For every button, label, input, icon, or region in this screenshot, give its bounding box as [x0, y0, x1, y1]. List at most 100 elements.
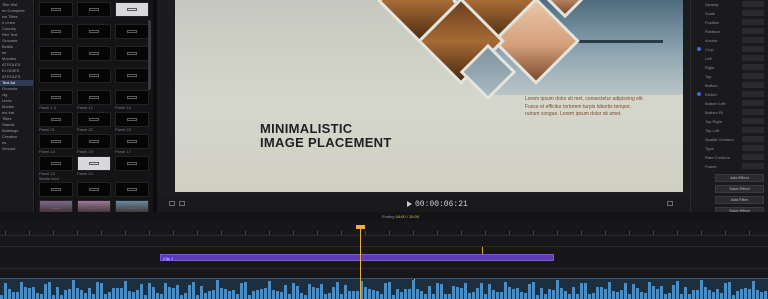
template-thumbnail[interactable]: [115, 90, 149, 105]
template-thumbnail[interactable]: [77, 90, 111, 105]
ruler-tick: [533, 231, 534, 235]
template-thumbnail[interactable]: [39, 24, 73, 39]
inspector-row[interactable]: Right: [691, 63, 768, 72]
inspector-value-field[interactable]: [742, 100, 764, 106]
template-thumbnail[interactable]: [115, 112, 149, 127]
template-thumbnail[interactable]: [39, 46, 73, 61]
inspector-row[interactable]: Opacity: [691, 0, 768, 9]
inspector-value-field[interactable]: [742, 127, 764, 133]
inspector-value-field[interactable]: [742, 73, 764, 79]
inspector-row[interactable]: Rotation: [691, 27, 768, 36]
timeline-ruler[interactable]: [0, 226, 768, 236]
inspector-value-field[interactable]: [742, 163, 764, 169]
inspector-row[interactable]: Crop: [691, 45, 768, 54]
inspector-row[interactable]: Top Right: [691, 117, 768, 126]
audio-waveform-bar: [676, 281, 679, 299]
template-thumbnail[interactable]: [115, 2, 149, 17]
template-thumbnail[interactable]: [115, 46, 149, 61]
template-thumbnail[interactable]: [115, 134, 149, 149]
inspector-button[interactable]: Add Filter: [715, 196, 764, 204]
template-thumbnail[interactable]: [115, 156, 149, 171]
ruler-tick: [461, 231, 462, 235]
inspector-value-field[interactable]: [742, 91, 764, 97]
audio-waveform-bar: [224, 289, 227, 299]
inspector-row[interactable]: Left: [691, 54, 768, 63]
play-icon[interactable]: [407, 201, 412, 207]
template-thumbnail[interactable]: [115, 182, 149, 197]
inspector-row[interactable]: Frame: [691, 162, 768, 171]
inspector-button[interactable]: Add Effect: [715, 174, 764, 182]
inspector-row[interactable]: Scale: [691, 9, 768, 18]
inspector-row[interactable]: Distort: [691, 90, 768, 99]
template-thumbnail[interactable]: [77, 68, 111, 83]
inspector-value-field[interactable]: [742, 136, 764, 142]
template-thumbnail[interactable]: [77, 46, 111, 61]
body-text: Lorem ipsum dolor sit met, consectetur a…: [525, 96, 644, 117]
template-thumbnail[interactable]: [77, 24, 111, 39]
enable-toggle-icon[interactable]: [697, 47, 701, 51]
inspector-row[interactable]: Spatial Conform: [691, 135, 768, 144]
template-thumbnail[interactable]: [39, 134, 73, 149]
template-thumbnail[interactable]: [115, 24, 149, 39]
inspector-row[interactable]: Bottom: [691, 81, 768, 90]
crop-icon[interactable]: [179, 201, 185, 206]
template-thumbnail[interactable]: [39, 182, 73, 197]
template-thumbnail[interactable]: [115, 68, 149, 83]
audio-waveform-bar: [356, 291, 359, 299]
inspector-value-field[interactable]: [742, 82, 764, 88]
inspector-value-field[interactable]: [742, 64, 764, 70]
ruler-tick: [197, 231, 198, 235]
view-options-icon[interactable]: [169, 201, 175, 206]
viewer-canvas[interactable]: MINIMALISTIC IMAGE PLACEMENT Lorem ipsum…: [175, 0, 683, 192]
audio-waveform-bar: [152, 287, 155, 299]
template-thumbnail[interactable]: [39, 90, 73, 105]
inspector-row[interactable]: Bottom Left: [691, 99, 768, 108]
template-thumbnail[interactable]: [77, 156, 111, 171]
inspector-row[interactable]: Position: [691, 18, 768, 27]
audio-track[interactable]: [0, 278, 768, 299]
inspector-row[interactable]: Top: [691, 72, 768, 81]
template-thumbnail[interactable]: [39, 112, 73, 127]
audio-waveform-bar: [60, 295, 63, 299]
inspector-row[interactable]: Bottom Rt: [691, 108, 768, 117]
template-thumbnail[interactable]: [39, 156, 73, 171]
template-thumbnail[interactable]: [77, 134, 111, 149]
browser-scrollbar[interactable]: [148, 20, 151, 90]
inspector-value-field[interactable]: [742, 118, 764, 124]
template-thumbnail[interactable]: [39, 2, 73, 17]
sidebar-item[interactable]: Ground: [0, 146, 33, 152]
audio-waveform-bar: [496, 291, 499, 299]
inspector-button[interactable]: Save Effect: [715, 185, 764, 193]
inspector-value-field[interactable]: [742, 37, 764, 43]
inspector-row[interactable]: Type: [691, 144, 768, 153]
inspector-row[interactable]: Rate Conform: [691, 153, 768, 162]
template-thumbnail[interactable]: [77, 182, 111, 197]
playhead[interactable]: [360, 226, 361, 299]
audio-waveform-bar: [168, 287, 171, 299]
template-thumbnail[interactable]: [77, 112, 111, 127]
fullscreen-icon[interactable]: [667, 201, 673, 206]
inspector-value-field[interactable]: [742, 10, 764, 16]
thumbnail-grid: Panel 1 4 Panel 12 Panel 16 Panel 21 Panel 2…: [39, 0, 151, 220]
timecode-display[interactable]: 00:00:06:21: [415, 200, 468, 209]
inspector-value-field[interactable]: [742, 154, 764, 160]
audio-waveform-bar: [320, 283, 323, 299]
inspector-value-field[interactable]: [742, 1, 764, 7]
audio-waveform-bar: [620, 289, 623, 299]
inspector-value-field[interactable]: [742, 19, 764, 25]
ruler-tick: [725, 231, 726, 235]
audio-waveform-bar: [128, 291, 131, 299]
video-clip[interactable]: [160, 254, 554, 261]
inspector-value-field[interactable]: [742, 46, 764, 52]
inspector-row[interactable]: Top Left: [691, 126, 768, 135]
inspector-value-field[interactable]: [742, 109, 764, 115]
template-thumbnail[interactable]: [39, 68, 73, 83]
inspector-value-field[interactable]: [742, 55, 764, 61]
audio-waveform-bar: [452, 285, 455, 299]
ruler-tick: [605, 231, 606, 235]
inspector-value-field[interactable]: [742, 28, 764, 34]
inspector-value-field[interactable]: [742, 145, 764, 151]
enable-toggle-icon[interactable]: [697, 92, 701, 96]
inspector-row[interactable]: Anchor: [691, 36, 768, 45]
template-thumbnail[interactable]: [77, 2, 111, 17]
